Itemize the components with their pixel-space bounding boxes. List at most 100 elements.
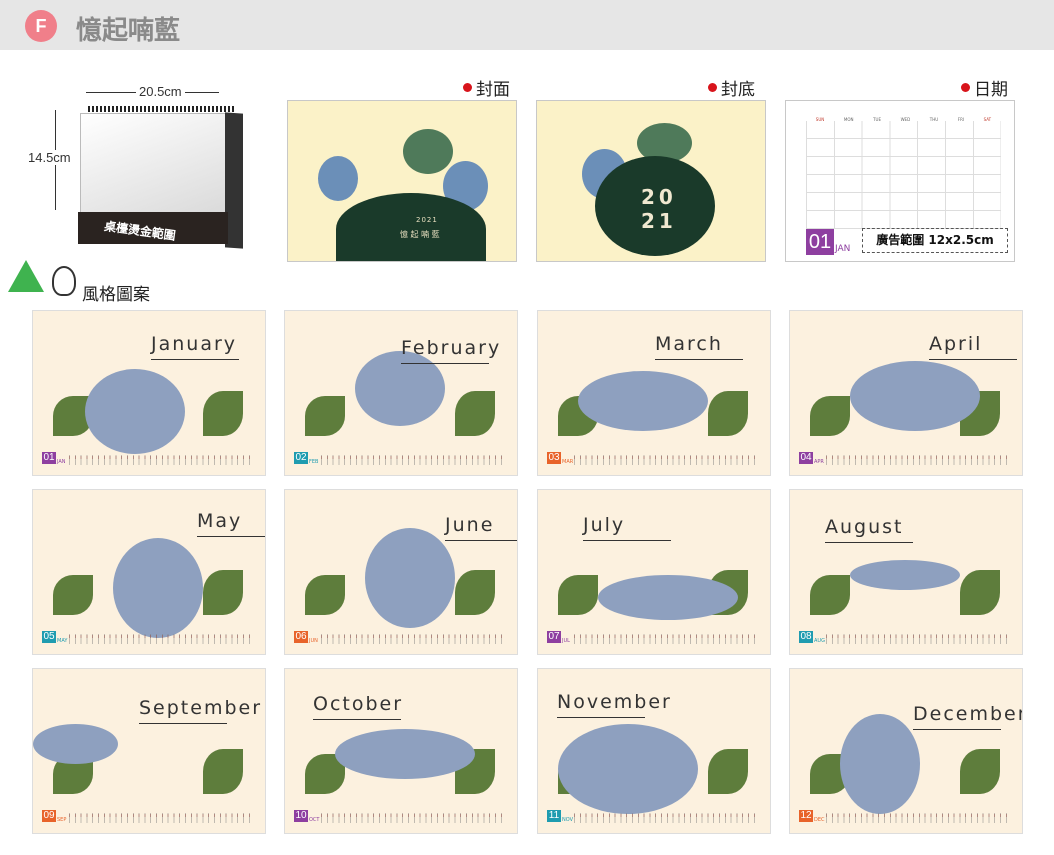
plant-illustration <box>455 570 495 615</box>
month-abbr: FEB <box>309 459 319 465</box>
month-name: March <box>655 333 723 355</box>
date-row <box>321 634 505 644</box>
month-card-feb: 02 FEB February <box>284 310 518 476</box>
plant-illustration <box>203 570 243 615</box>
red-dot-icon <box>961 83 970 92</box>
month-underline <box>197 536 265 537</box>
plant-illustration <box>960 749 1000 794</box>
animal-illustration <box>365 528 455 628</box>
month-name: June <box>445 514 495 536</box>
month-number: 02 <box>294 452 308 464</box>
month-card-nov: 11 NOV November <box>537 668 771 834</box>
month-card-may: 05 MAY May <box>32 489 266 655</box>
month-name: October <box>313 693 404 715</box>
date-row <box>574 634 758 644</box>
section-badge: F <box>25 10 57 42</box>
plant-illustration <box>53 575 93 615</box>
month-underline <box>655 359 743 360</box>
month-card-jul: 07 JUL July <box>537 489 771 655</box>
plant-illustration <box>305 396 345 436</box>
month-underline <box>825 542 913 543</box>
leaf-cluster <box>403 129 453 174</box>
date-row <box>69 813 253 823</box>
weekday-header: SUN MON TUE WED THU FRI SAT <box>815 117 992 122</box>
month-number: 06 <box>294 631 308 643</box>
plant-illustration <box>960 570 1000 615</box>
month-name: May <box>197 510 243 532</box>
month-name: September <box>139 697 263 719</box>
month-abbr: DEC <box>814 817 825 823</box>
month-number: 01 <box>806 229 834 255</box>
month-underline <box>139 723 227 724</box>
plant-illustration <box>708 391 748 436</box>
date-row <box>321 813 505 823</box>
month-number: 04 <box>799 452 813 464</box>
plant-illustration <box>455 391 495 436</box>
date-row <box>69 634 253 644</box>
month-underline <box>913 729 1001 730</box>
animal-illustration <box>113 538 203 638</box>
month-number: 01 <box>42 452 56 464</box>
month-card-apr: 04 APR April <box>789 310 1023 476</box>
date-label: 日期 <box>961 75 1008 100</box>
animal-illustration <box>558 724 698 814</box>
cover-label: 封面 <box>463 75 510 100</box>
month-card-jun: 06 JUN June <box>284 489 518 655</box>
month-underline <box>583 540 671 541</box>
date-preview: SUN MON TUE WED THU FRI SAT 01 JAN 廣告範圍 12x2.5… <box>785 100 1015 262</box>
month-number: 05 <box>42 631 56 643</box>
plant-illustration <box>708 749 748 794</box>
month-abbr: JAN <box>835 244 851 254</box>
animal-illustration <box>850 560 960 590</box>
month-underline <box>929 359 1017 360</box>
month-underline <box>401 363 489 364</box>
leaf-cluster <box>318 156 358 201</box>
month-abbr: JAN <box>57 459 66 465</box>
month-number: 09 <box>42 810 56 822</box>
month-abbr: SEP <box>57 817 67 823</box>
month-number: 11 <box>547 810 561 822</box>
month-number: 08 <box>799 631 813 643</box>
cover-preview: 2021 憶 起 喃 藍 <box>287 100 517 262</box>
month-abbr: JUN <box>309 638 318 644</box>
ad-area: 廣告範圍 12x2.5cm <box>862 228 1008 253</box>
month-card-mar: 03 MAR March <box>537 310 771 476</box>
animal-illustration <box>33 724 118 764</box>
date-row <box>826 455 1010 465</box>
back-preview: 20 21 <box>536 100 766 262</box>
header-bar: F 憶起喃藍 <box>0 0 1054 50</box>
month-abbr: OCT <box>309 817 320 823</box>
animal-illustration <box>840 714 920 814</box>
back-year-bottom: 21 <box>641 209 677 233</box>
cover-year: 2021 <box>416 216 438 224</box>
date-row <box>574 455 758 465</box>
date-row <box>321 455 505 465</box>
month-abbr: MAR <box>562 459 574 465</box>
back-label: 封底 <box>708 75 755 100</box>
month-underline <box>445 540 517 541</box>
style-label: 風格圖案 <box>82 285 150 305</box>
spiral-binding <box>88 106 234 112</box>
width-label: 20.5cm <box>136 84 185 99</box>
month-abbr: APR <box>814 459 824 465</box>
month-abbr: MAY <box>57 638 68 644</box>
month-abbr: AUG <box>814 638 825 644</box>
plant-illustration <box>203 749 243 794</box>
month-underline <box>557 717 645 718</box>
plant-illustration <box>810 396 850 436</box>
red-dot-icon <box>708 83 717 92</box>
month-name: July <box>583 514 626 536</box>
month-card-oct: 10 OCT October <box>284 668 518 834</box>
date-grid <box>806 121 1001 229</box>
height-label: 14.5cm <box>28 150 71 165</box>
red-dot-icon <box>463 83 472 92</box>
month-abbr: NOV <box>562 817 574 823</box>
date-row <box>69 455 253 465</box>
month-underline <box>313 719 401 720</box>
plant-illustration <box>810 575 850 615</box>
date-row <box>826 634 1010 644</box>
page-title: 憶起喃藍 <box>76 16 181 46</box>
date-row <box>574 813 758 823</box>
month-card-dec: 12 DEC December <box>789 668 1023 834</box>
animal-illustration <box>85 369 185 454</box>
